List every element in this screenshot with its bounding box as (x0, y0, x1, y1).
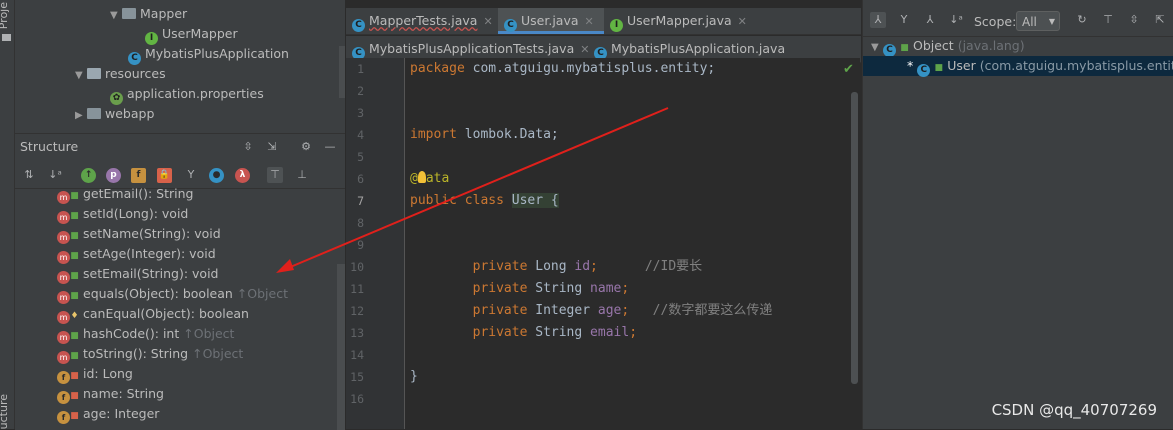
annotation-arrow (276, 107, 669, 273)
watermark: CSDN @qq_40707269 (991, 401, 1157, 419)
